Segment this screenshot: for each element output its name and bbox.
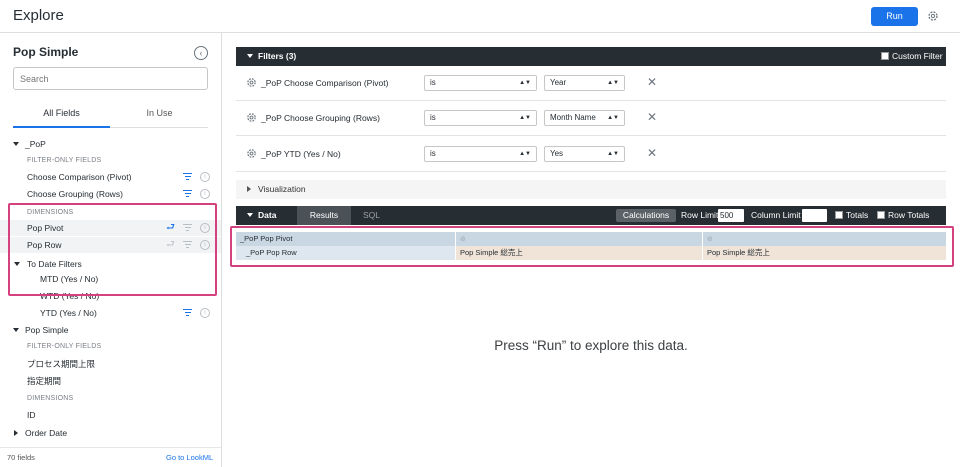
row-totals-checkbox[interactable] — [877, 211, 885, 219]
field-count: 70 fields — [7, 453, 35, 462]
chevron-right-icon — [14, 430, 18, 436]
filters-section-header[interactable]: Filters (3) Custom Filter — [236, 47, 946, 66]
collapse-sidebar-button[interactable]: ‹ — [194, 46, 208, 60]
filter-icon[interactable] — [183, 309, 192, 317]
field-id[interactable]: ID — [0, 407, 221, 423]
field-order-date[interactable]: Order Date — [0, 425, 221, 441]
totals-label: Totals — [846, 210, 869, 220]
select-arrows-icon: ▲▼ — [607, 80, 619, 86]
highlight-box — [8, 203, 217, 296]
field-tabs: All Fields In Use — [13, 104, 208, 128]
filter-row: _PoP Choose Comparison (Pivot) is ▲▼ Year… — [236, 66, 946, 101]
chevron-left-icon: ‹ — [199, 48, 203, 58]
gear-icon[interactable] — [246, 148, 257, 159]
top-bar: Explore Run — [0, 0, 960, 33]
section-filter-only: FILTER-ONLY FIELDS — [27, 343, 102, 350]
model-title: Pop Simple — [13, 45, 79, 59]
row-limit-input[interactable]: 500 — [718, 209, 744, 222]
field-picker-sidebar: Pop Simple ‹ All Fields In Use _PoP FILT… — [0, 33, 222, 467]
select-arrows-icon: ▲▼ — [519, 115, 531, 121]
gear-icon[interactable] — [246, 77, 257, 88]
section-dimensions: DIMENSIONS — [27, 395, 74, 402]
gear-icon[interactable] — [246, 112, 257, 123]
tab-in-use[interactable]: In Use — [111, 104, 208, 128]
info-icon[interactable]: i — [200, 189, 210, 199]
visualization-section-header[interactable]: Visualization — [236, 180, 946, 199]
filter-value-select[interactable]: Year ▲▼ — [544, 75, 625, 91]
view-header-pop-simple[interactable]: Pop Simple — [0, 322, 221, 338]
select-arrows-icon: ▲▼ — [519, 80, 531, 86]
close-icon[interactable]: ✕ — [647, 110, 657, 124]
view-header-pop[interactable]: _PoP — [0, 136, 221, 152]
select-arrows-icon: ▲▼ — [607, 115, 619, 121]
chevron-down-icon — [247, 54, 253, 58]
calculations-button[interactable]: Calculations — [616, 209, 676, 222]
run-button[interactable]: Run — [871, 7, 918, 26]
sidebar-footer: 70 fields Go to LookML — [0, 447, 221, 467]
filter-value-select[interactable]: Yes ▲▼ — [544, 146, 625, 162]
tab-results[interactable]: Results — [297, 206, 351, 225]
filter-operator-select[interactable]: is ▲▼ — [424, 75, 537, 91]
select-arrows-icon: ▲▼ — [519, 151, 531, 157]
field-choose-grouping[interactable]: Choose Grouping (Rows) i — [0, 186, 221, 202]
filter-value-select[interactable]: Month Name ▲▼ — [544, 110, 625, 126]
row-limit-label: Row Limit — [681, 210, 719, 220]
select-arrows-icon: ▲▼ — [607, 151, 619, 157]
page-title: Explore — [13, 7, 64, 24]
filter-operator-select[interactable]: is ▲▼ — [424, 110, 537, 126]
column-limit-input[interactable] — [802, 209, 827, 222]
tab-sql[interactable]: SQL — [363, 210, 380, 220]
explore-main: Filters (3) Custom Filter _PoP Choose Co… — [222, 33, 960, 467]
data-section-header: Data Results SQL Calculations Row Limit … — [236, 206, 946, 225]
custom-filter-label: Custom Filter — [892, 51, 943, 61]
column-limit-label: Column Limit — [751, 210, 801, 220]
filter-icon[interactable] — [183, 190, 192, 198]
filter-field-name: _PoP Choose Grouping (Rows) — [261, 113, 380, 123]
search-input[interactable] — [13, 67, 208, 90]
close-icon[interactable]: ✕ — [647, 146, 657, 160]
filter-field-name: _PoP Choose Comparison (Pivot) — [261, 78, 389, 88]
info-icon[interactable]: i — [200, 172, 210, 182]
filter-row: _PoP YTD (Yes / No) is ▲▼ Yes ▲▼ ✕ — [236, 137, 946, 172]
filter-icon[interactable] — [183, 173, 192, 181]
custom-filter-checkbox[interactable] — [881, 52, 889, 60]
chevron-down-icon — [13, 142, 19, 146]
highlight-box — [230, 226, 954, 267]
close-icon[interactable]: ✕ — [647, 75, 657, 89]
field-choose-comparison[interactable]: Choose Comparison (Pivot) i — [0, 169, 221, 185]
filter-row: _PoP Choose Grouping (Rows) is ▲▼ Month N… — [236, 101, 946, 136]
filter-field-name: _PoP YTD (Yes / No) — [261, 149, 341, 159]
chevron-down-icon[interactable] — [247, 213, 253, 217]
filter-operator-select[interactable]: is ▲▼ — [424, 146, 537, 162]
chevron-down-icon — [13, 328, 19, 332]
field-process-period[interactable]: プロセス期間上限 — [0, 356, 221, 372]
gear-icon[interactable] — [927, 10, 939, 22]
row-totals-label: Row Totals — [888, 210, 930, 220]
field-ytd[interactable]: YTD (Yes / No) i — [0, 305, 221, 321]
totals-checkbox[interactable] — [835, 211, 843, 219]
section-filter-only: FILTER-ONLY FIELDS — [27, 157, 102, 164]
field-specified-period[interactable]: 指定期間 — [0, 373, 221, 389]
goto-lookml-link[interactable]: Go to LookML — [166, 453, 213, 462]
info-icon[interactable]: i — [200, 308, 210, 318]
tab-all-fields[interactable]: All Fields — [13, 104, 110, 128]
empty-state-message: Press “Run” to explore this data. — [494, 338, 688, 353]
chevron-right-icon — [247, 186, 251, 192]
